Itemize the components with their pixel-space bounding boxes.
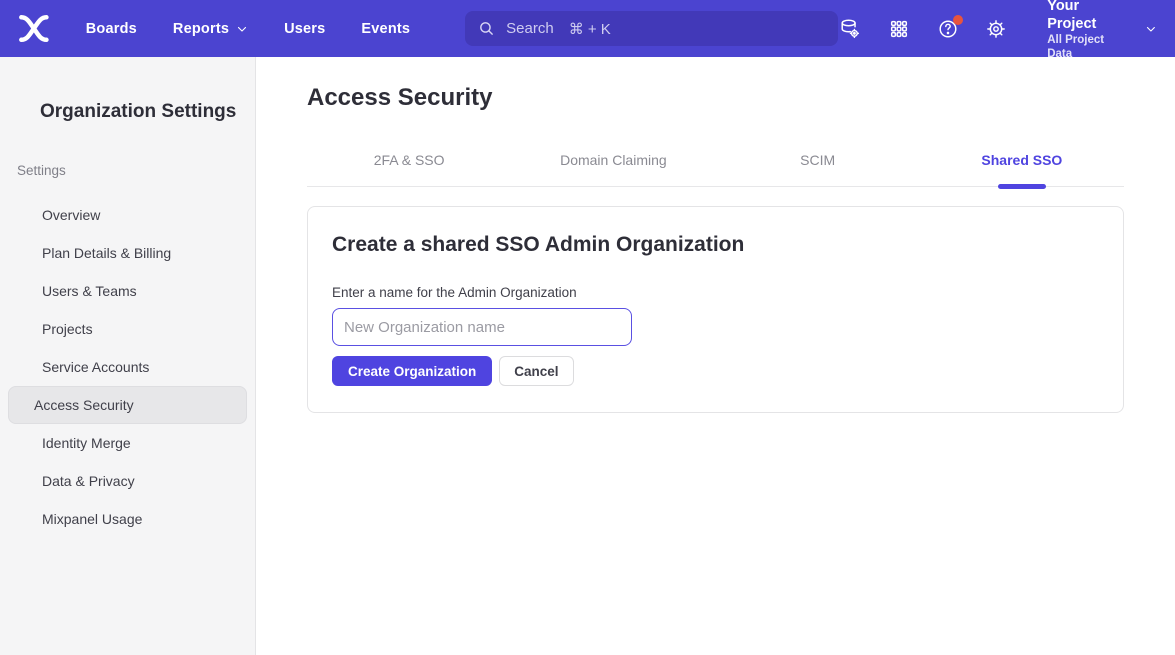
nav-reports[interactable]: Reports bbox=[173, 21, 248, 37]
sidebar-item-users-teams[interactable]: Users & Teams bbox=[8, 272, 247, 310]
cancel-button[interactable]: Cancel bbox=[499, 356, 573, 386]
tab-domain-claiming[interactable]: Domain Claiming bbox=[511, 142, 715, 186]
nav-users[interactable]: Users bbox=[284, 21, 325, 37]
settings-gear-icon bbox=[985, 18, 1007, 40]
page-title: Access Security bbox=[307, 84, 1124, 112]
project-name: Your Project bbox=[1047, 0, 1131, 33]
project-switcher[interactable]: Your Project All Project Data bbox=[1047, 0, 1157, 61]
search-placeholder: Search bbox=[506, 20, 554, 37]
settings-button[interactable] bbox=[985, 17, 1009, 41]
sidebar-section-settings: Settings bbox=[17, 163, 255, 178]
nav-reports-label: Reports bbox=[173, 21, 229, 37]
tab-2fa-sso[interactable]: 2FA & SSO bbox=[307, 142, 511, 186]
tab-shared-sso[interactable]: Shared SSO bbox=[920, 142, 1124, 186]
navbar-right-controls: Your Project All Project Data bbox=[838, 0, 1157, 61]
project-switcher-labels: Your Project All Project Data bbox=[1047, 0, 1131, 61]
access-security-tabs: 2FA & SSO Domain Claiming SCIM Shared SS… bbox=[307, 142, 1124, 187]
main-content: Access Security 2FA & SSO Domain Claimin… bbox=[256, 57, 1175, 655]
search-input[interactable]: Search ⌘ + K bbox=[465, 11, 838, 46]
create-shared-sso-card: Create a shared SSO Admin Organization E… bbox=[307, 206, 1124, 413]
chevron-down-icon bbox=[1145, 23, 1157, 35]
mixpanel-logo[interactable] bbox=[18, 16, 50, 42]
data-management-button[interactable] bbox=[838, 17, 862, 41]
sidebar-item-identity-merge[interactable]: Identity Merge bbox=[8, 424, 247, 462]
card-title: Create a shared SSO Admin Organization bbox=[332, 233, 1099, 257]
apps-grid-button[interactable] bbox=[887, 17, 911, 41]
form-actions: Create Organization Cancel bbox=[332, 356, 1099, 386]
sidebar-item-projects[interactable]: Projects bbox=[8, 310, 247, 348]
org-name-label: Enter a name for the Admin Organization bbox=[332, 285, 1099, 300]
sidebar-item-mixpanel-usage[interactable]: Mixpanel Usage bbox=[8, 500, 247, 538]
primary-nav: Boards Reports Users Events bbox=[86, 21, 410, 37]
data-management-icon bbox=[839, 18, 861, 40]
sidebar-item-overview[interactable]: Overview bbox=[8, 196, 247, 234]
sidebar-item-data-privacy[interactable]: Data & Privacy bbox=[8, 462, 247, 500]
active-tab-indicator bbox=[998, 184, 1046, 189]
tab-scim[interactable]: SCIM bbox=[716, 142, 920, 186]
sidebar-item-access-security[interactable]: Access Security bbox=[8, 386, 247, 424]
nav-events[interactable]: Events bbox=[361, 21, 410, 37]
notification-dot bbox=[953, 15, 963, 25]
create-organization-button[interactable]: Create Organization bbox=[332, 356, 492, 386]
search-shortcut-hint: ⌘ + K bbox=[569, 20, 611, 38]
search-icon bbox=[478, 20, 495, 37]
nav-boards[interactable]: Boards bbox=[86, 21, 137, 37]
top-navbar: Boards Reports Users Events Search ⌘ + K bbox=[0, 0, 1175, 57]
sidebar-nav: Overview Plan Details & Billing Users & … bbox=[0, 196, 255, 538]
org-settings-sidebar: Organization Settings Settings Overview … bbox=[0, 57, 256, 655]
sidebar-item-plan-details-billing[interactable]: Plan Details & Billing bbox=[8, 234, 247, 272]
mixpanel-logo-icon bbox=[18, 14, 50, 43]
sidebar-item-service-accounts[interactable]: Service Accounts bbox=[8, 348, 247, 386]
chevron-down-icon bbox=[236, 23, 248, 35]
apps-grid-icon bbox=[888, 18, 910, 40]
tab-shared-sso-label: Shared SSO bbox=[981, 152, 1062, 168]
sidebar-title: Organization Settings bbox=[0, 101, 255, 123]
org-name-input[interactable] bbox=[332, 308, 632, 346]
help-button[interactable] bbox=[936, 17, 960, 41]
